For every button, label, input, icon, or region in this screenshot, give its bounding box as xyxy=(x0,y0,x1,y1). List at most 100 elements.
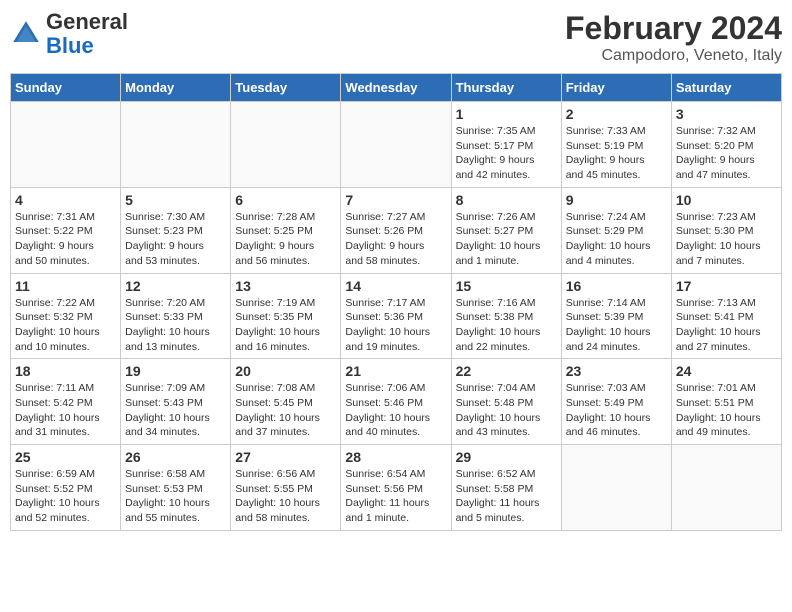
calendar-week-4: 18Sunrise: 7:11 AMSunset: 5:42 PMDayligh… xyxy=(11,359,782,445)
day-number: 4 xyxy=(15,192,116,208)
day-number: 29 xyxy=(456,449,557,465)
calendar-cell: 21 Sunrise: 7:06 AMSunset: 5:46 PMDayligh… xyxy=(341,359,451,445)
day-info: Sunrise: 7:27 AMSunset: 5:26 PMDaylight:… xyxy=(345,210,446,269)
day-number: 21 xyxy=(345,363,446,379)
day-info: Sunrise: 7:09 AMSunset: 5:43 PMDaylight:… xyxy=(125,381,226,440)
logo: General Blue xyxy=(10,10,128,58)
calendar-cell: 7Sunrise: 7:27 AMSunset: 5:26 PMDaylight… xyxy=(341,187,451,273)
day-number: 14 xyxy=(345,278,446,294)
day-number: 28 xyxy=(345,449,446,465)
day-info: Sunrise: 7:14 AMSunset: 5:39 PMDaylight:… xyxy=(566,296,667,355)
day-number: 10 xyxy=(676,192,777,208)
calendar-cell: 27 Sunrise: 6:56 AMSunset: 5:55 PMDayligh… xyxy=(231,445,341,531)
calendar-header-monday: Monday xyxy=(121,74,231,102)
day-info: Sunrise: 7:28 AMSunset: 5:25 PMDaylight:… xyxy=(235,210,336,269)
day-info: Sunrise: 6:58 AMSunset: 5:53 PMDaylight:… xyxy=(125,467,226,526)
calendar-cell: 25Sunrise: 6:59 AMSunset: 5:52 PMDayligh… xyxy=(11,445,121,531)
calendar-header-friday: Friday xyxy=(561,74,671,102)
calendar-cell: 26 Sunrise: 6:58 AMSunset: 5:53 PMDayligh… xyxy=(121,445,231,531)
logo-blue-text: Blue xyxy=(46,33,94,58)
calendar-cell: 13Sunrise: 7:19 AMSunset: 5:35 PMDayligh… xyxy=(231,273,341,359)
month-title: February 2024 xyxy=(565,10,782,47)
day-number: 15 xyxy=(456,278,557,294)
calendar-header-thursday: Thursday xyxy=(451,74,561,102)
day-info: Sunrise: 7:03 AMSunset: 5:49 PMDaylight:… xyxy=(566,381,667,440)
calendar-header-tuesday: Tuesday xyxy=(231,74,341,102)
calendar-cell: 20 Sunrise: 7:08 AMSunset: 5:45 PMDayligh… xyxy=(231,359,341,445)
calendar-cell xyxy=(121,102,231,188)
calendar-cell: 6 Sunrise: 7:28 AMSunset: 5:25 PMDaylight… xyxy=(231,187,341,273)
calendar-week-1: 1Sunrise: 7:35 AMSunset: 5:17 PMDaylight… xyxy=(11,102,782,188)
day-number: 6 xyxy=(235,192,336,208)
location-text: Campodoro, Veneto, Italy xyxy=(565,47,782,65)
calendar-cell: 3 Sunrise: 7:32 AMSunset: 5:20 PMDaylight… xyxy=(671,102,781,188)
calendar-cell: 24 Sunrise: 7:01 AMSunset: 5:51 PMDayligh… xyxy=(671,359,781,445)
day-info: Sunrise: 7:33 AMSunset: 5:19 PMDaylight:… xyxy=(566,124,667,183)
calendar-cell: 11 Sunrise: 7:22 AMSunset: 5:32 PMDayligh… xyxy=(11,273,121,359)
day-info: Sunrise: 7:32 AMSunset: 5:20 PMDaylight:… xyxy=(676,124,777,183)
day-number: 26 xyxy=(125,449,226,465)
calendar-header-row: SundayMondayTuesdayWednesdayThursdayFrid… xyxy=(11,74,782,102)
calendar-week-3: 11 Sunrise: 7:22 AMSunset: 5:32 PMDayligh… xyxy=(11,273,782,359)
day-info: Sunrise: 7:08 AMSunset: 5:45 PMDaylight:… xyxy=(235,381,336,440)
day-info: Sunrise: 7:13 AMSunset: 5:41 PMDaylight:… xyxy=(676,296,777,355)
day-number: 23 xyxy=(566,363,667,379)
calendar-header-saturday: Saturday xyxy=(671,74,781,102)
day-number: 19 xyxy=(125,363,226,379)
day-number: 20 xyxy=(235,363,336,379)
calendar-cell: 14 Sunrise: 7:17 AMSunset: 5:36 PMDayligh… xyxy=(341,273,451,359)
day-info: Sunrise: 7:31 AMSunset: 5:22 PMDaylight:… xyxy=(15,210,116,269)
day-number: 18 xyxy=(15,363,116,379)
day-number: 16 xyxy=(566,278,667,294)
day-number: 1 xyxy=(456,106,557,122)
calendar-cell xyxy=(561,445,671,531)
calendar-cell xyxy=(671,445,781,531)
day-info: Sunrise: 7:17 AMSunset: 5:36 PMDaylight:… xyxy=(345,296,446,355)
calendar-header-sunday: Sunday xyxy=(11,74,121,102)
day-info: Sunrise: 7:01 AMSunset: 5:51 PMDaylight:… xyxy=(676,381,777,440)
day-number: 13 xyxy=(235,278,336,294)
day-info: Sunrise: 7:04 AMSunset: 5:48 PMDaylight:… xyxy=(456,381,557,440)
calendar-cell xyxy=(341,102,451,188)
calendar-week-2: 4 Sunrise: 7:31 AMSunset: 5:22 PMDaylight… xyxy=(11,187,782,273)
calendar-cell: 28Sunrise: 6:54 AMSunset: 5:56 PMDayligh… xyxy=(341,445,451,531)
day-info: Sunrise: 7:30 AMSunset: 5:23 PMDaylight:… xyxy=(125,210,226,269)
day-number: 11 xyxy=(15,278,116,294)
calendar-cell: 2Sunrise: 7:33 AMSunset: 5:19 PMDaylight… xyxy=(561,102,671,188)
logo-general-text: General xyxy=(46,9,128,34)
day-info: Sunrise: 7:16 AMSunset: 5:38 PMDaylight:… xyxy=(456,296,557,355)
calendar-cell: 19 Sunrise: 7:09 AMSunset: 5:43 PMDayligh… xyxy=(121,359,231,445)
calendar-cell xyxy=(11,102,121,188)
calendar-cell: 8 Sunrise: 7:26 AMSunset: 5:27 PMDaylight… xyxy=(451,187,561,273)
calendar-cell: 1Sunrise: 7:35 AMSunset: 5:17 PMDaylight… xyxy=(451,102,561,188)
day-number: 24 xyxy=(676,363,777,379)
calendar-table: SundayMondayTuesdayWednesdayThursdayFrid… xyxy=(10,73,782,531)
page-header: General Blue February 2024 Campodoro, Ve… xyxy=(10,10,782,65)
calendar-week-5: 25Sunrise: 6:59 AMSunset: 5:52 PMDayligh… xyxy=(11,445,782,531)
day-info: Sunrise: 7:23 AMSunset: 5:30 PMDaylight:… xyxy=(676,210,777,269)
day-info: Sunrise: 7:24 AMSunset: 5:29 PMDaylight:… xyxy=(566,210,667,269)
day-number: 27 xyxy=(235,449,336,465)
calendar-cell xyxy=(231,102,341,188)
calendar-cell: 15 Sunrise: 7:16 AMSunset: 5:38 PMDayligh… xyxy=(451,273,561,359)
calendar-cell: 16 Sunrise: 7:14 AMSunset: 5:39 PMDayligh… xyxy=(561,273,671,359)
day-number: 12 xyxy=(125,278,226,294)
day-info: Sunrise: 7:06 AMSunset: 5:46 PMDaylight:… xyxy=(345,381,446,440)
calendar-cell: 12 Sunrise: 7:20 AMSunset: 5:33 PMDayligh… xyxy=(121,273,231,359)
day-info: Sunrise: 7:26 AMSunset: 5:27 PMDaylight:… xyxy=(456,210,557,269)
day-info: Sunrise: 6:56 AMSunset: 5:55 PMDaylight:… xyxy=(235,467,336,526)
day-number: 17 xyxy=(676,278,777,294)
calendar-cell: 9Sunrise: 7:24 AMSunset: 5:29 PMDaylight… xyxy=(561,187,671,273)
day-number: 3 xyxy=(676,106,777,122)
day-number: 22 xyxy=(456,363,557,379)
calendar-cell: 22 Sunrise: 7:04 AMSunset: 5:48 PMDayligh… xyxy=(451,359,561,445)
day-info: Sunrise: 6:59 AMSunset: 5:52 PMDaylight:… xyxy=(15,467,116,526)
calendar-cell: 29Sunrise: 6:52 AMSunset: 5:58 PMDayligh… xyxy=(451,445,561,531)
day-info: Sunrise: 7:22 AMSunset: 5:32 PMDaylight:… xyxy=(15,296,116,355)
calendar-cell: 5Sunrise: 7:30 AMSunset: 5:23 PMDaylight… xyxy=(121,187,231,273)
title-area: February 2024 Campodoro, Veneto, Italy xyxy=(565,10,782,65)
calendar-cell: 10 Sunrise: 7:23 AMSunset: 5:30 PMDayligh… xyxy=(671,187,781,273)
day-info: Sunrise: 7:20 AMSunset: 5:33 PMDaylight:… xyxy=(125,296,226,355)
day-number: 8 xyxy=(456,192,557,208)
calendar-cell: 18Sunrise: 7:11 AMSunset: 5:42 PMDayligh… xyxy=(11,359,121,445)
